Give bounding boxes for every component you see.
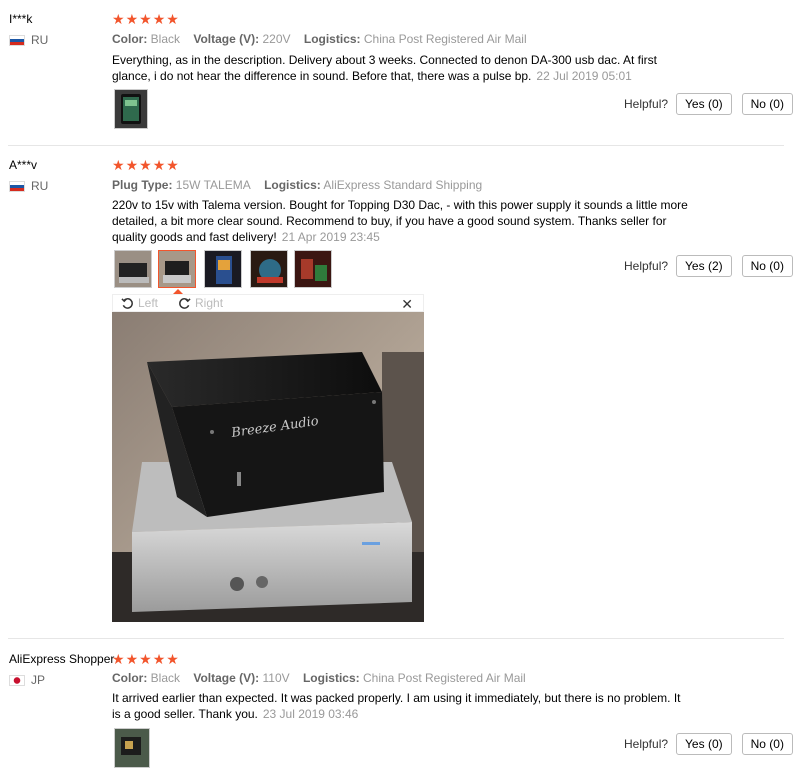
attr-key: Logistics:	[303, 32, 361, 46]
attr-value: China Post Registered Air Mail	[363, 32, 527, 46]
attr-key: Color:	[112, 32, 148, 46]
review-2-country: RU	[9, 179, 48, 193]
amplifier-photo: Breeze Audio	[112, 312, 424, 622]
review-3-country: JP	[9, 673, 45, 687]
attr-key: Logistics:	[264, 178, 321, 192]
rotate-left-icon	[121, 297, 133, 309]
star-icon: ★	[166, 157, 179, 173]
attr-value: AliExpress Standard Shipping	[323, 178, 483, 192]
rotate-right-label: Right	[195, 296, 224, 310]
review-2-photo-thumb-3[interactable]	[204, 250, 242, 288]
attr-value: 220V	[262, 32, 291, 46]
star-icon: ★	[112, 157, 125, 173]
review-3-attributes: Color: Black Voltage (V): 110V Logistics…	[112, 671, 536, 685]
phone-photo-icon	[115, 90, 147, 128]
attr-value: Black	[150, 671, 181, 685]
star-icon: ★	[125, 11, 139, 27]
review-2-attributes: Plug Type: 15W TALEMA Logistics: AliExpr…	[112, 178, 492, 192]
attr-key: Voltage (V):	[193, 671, 260, 685]
star-icon: ★	[139, 11, 152, 27]
photo-viewer-toolbar: Left Right ✕	[112, 294, 424, 312]
star-icon: ★	[125, 157, 139, 173]
review-body: It arrived earlier than expected. It was…	[112, 691, 681, 721]
review-2-helpful: Helpful? Yes (2) No (0)	[624, 255, 793, 277]
device-photo-icon	[115, 251, 151, 287]
review-1-user: I***k	[9, 12, 33, 26]
helpful-yes-button[interactable]: Yes (0)	[676, 733, 732, 755]
review-3-user: AliExpress Shopper	[9, 652, 115, 666]
review-2-photo-thumb-4[interactable]	[250, 250, 288, 288]
attr-value: China Post Registered Air Mail	[362, 671, 526, 685]
review-2-photo-thumb-5[interactable]	[294, 250, 332, 288]
star-icon: ★	[166, 651, 179, 667]
close-icon[interactable]: ✕	[401, 295, 413, 313]
helpful-label: Helpful?	[624, 737, 669, 751]
country-code: RU	[31, 33, 49, 47]
japan-flag-icon	[9, 674, 25, 686]
device-photo-icon	[115, 729, 149, 767]
review-2-user: A***v	[9, 158, 38, 172]
rotate-left-label: Left	[138, 296, 159, 310]
helpful-yes-button[interactable]: Yes (0)	[676, 93, 732, 115]
review-date: 22 Jul 2019 05:01	[536, 69, 632, 83]
review-date: 23 Jul 2019 03:46	[262, 707, 359, 721]
russia-flag-icon	[9, 34, 25, 46]
star-icon: ★	[152, 11, 166, 27]
helpful-yes-button[interactable]: Yes (2)	[676, 255, 732, 277]
helpful-label: Helpful?	[624, 97, 669, 111]
helpful-label: Helpful?	[624, 259, 669, 273]
country-code: JP	[31, 673, 46, 687]
review-1-text: Everything, as in the description. Deliv…	[112, 52, 692, 84]
helpful-no-button[interactable]: No (0)	[741, 255, 793, 277]
review-3-text: It arrived earlier than expected. It was…	[112, 690, 692, 722]
attr-key: Plug Type:	[112, 178, 173, 192]
russia-flag-icon	[9, 180, 25, 192]
star-icon: ★	[166, 11, 179, 27]
attr-key: Voltage (V):	[193, 32, 260, 46]
review-body: 220v to 15v with Talema version. Bought …	[112, 198, 688, 244]
review-1-attributes: Color: Black Voltage (V): 220V Logistics…	[112, 32, 537, 46]
review-divider	[8, 638, 784, 639]
attr-key: Color:	[112, 671, 148, 685]
star-icon: ★	[112, 651, 125, 667]
star-icon: ★	[152, 651, 166, 667]
attr-key: Logistics:	[302, 671, 360, 685]
review-1-stars: ★ ★ ★ ★ ★	[112, 12, 179, 26]
review-2-stars: ★ ★ ★ ★ ★	[112, 158, 179, 172]
helpful-no-button[interactable]: No (0)	[741, 93, 793, 115]
star-icon: ★	[112, 11, 125, 27]
attr-value: Black	[150, 32, 181, 46]
star-icon: ★	[139, 157, 152, 173]
rotate-left-button[interactable]: Left	[121, 296, 158, 310]
review-1-helpful: Helpful? Yes (0) No (0)	[624, 93, 793, 115]
device-photo-icon	[159, 251, 195, 287]
review-date: 21 Apr 2019 23:45	[281, 230, 380, 244]
review-3-photo-thumb[interactable]	[114, 728, 150, 768]
board-photo-icon	[251, 251, 287, 287]
rotate-right-button[interactable]: Right	[178, 296, 223, 310]
review-2-text: 220v to 15v with Talema version. Bought …	[112, 197, 692, 245]
attr-value: 110V	[262, 671, 290, 685]
review-divider	[8, 145, 784, 146]
star-icon: ★	[125, 651, 139, 667]
review-3-stars: ★ ★ ★ ★ ★	[112, 652, 179, 666]
review-1-country: RU	[9, 33, 48, 47]
board-photo-icon	[295, 251, 331, 287]
helpful-no-button[interactable]: No (0)	[741, 733, 793, 755]
review-1-photo-thumb[interactable]	[114, 89, 148, 129]
country-code: RU	[31, 179, 49, 193]
review-2-photo-thumb-1[interactable]	[114, 250, 152, 288]
rotate-right-icon	[179, 297, 191, 309]
attr-value: 15W TALEMA	[175, 178, 251, 192]
enlarged-review-photo: Breeze Audio	[112, 312, 424, 622]
screen-photo-icon	[205, 251, 241, 287]
star-icon: ★	[139, 651, 152, 667]
review-3-helpful: Helpful? Yes (0) No (0)	[624, 733, 793, 755]
star-icon: ★	[152, 157, 166, 173]
review-2-photo-thumb-2[interactable]	[158, 250, 196, 288]
